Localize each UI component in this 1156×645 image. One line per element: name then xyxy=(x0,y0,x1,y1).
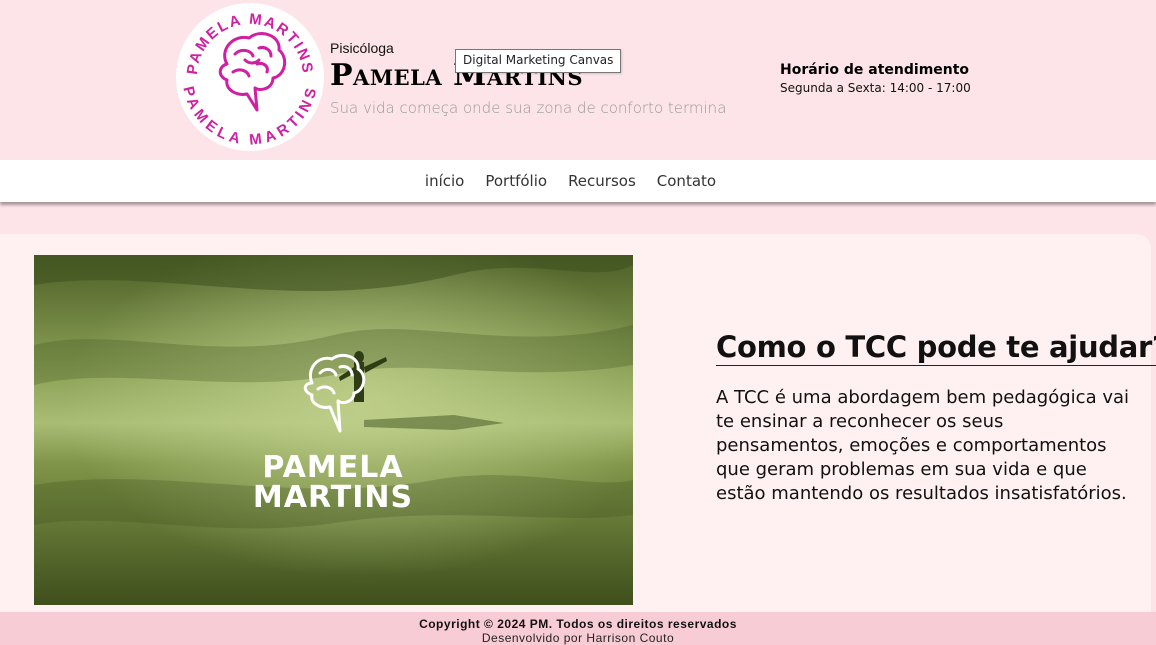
intro-video[interactable]: PAMELA MARTINS xyxy=(34,255,633,605)
video-logo-line2: MARTINS xyxy=(253,480,413,515)
developer-credit: Desenvolvido por Harrison Couto xyxy=(481,631,675,645)
slogan: Sua vida começa onde sua zona de confort… xyxy=(330,99,727,117)
nav-item-recursos[interactable]: Recursos xyxy=(568,172,636,190)
nav-item-inicio[interactable]: início xyxy=(425,172,464,190)
hours-text: Segunda a Sexta: 14:00 - 17:00 xyxy=(780,81,971,95)
nav-item-contato[interactable]: Contato xyxy=(657,172,716,190)
brain-logo[interactable]: PAMELA MARTINS PAMELA MARTINS xyxy=(175,2,325,152)
section-paragraph: A TCC é uma abordagem bem pedagógica vai… xyxy=(716,387,1129,504)
section-heading: Como o TCC pode te ajudar? xyxy=(716,330,1156,366)
tooltip: Digital Marketing Canvas xyxy=(455,49,622,73)
site-header: PAMELA MARTINS PAMELA MARTINS Pisicóloga… xyxy=(0,0,1156,160)
nav-item-portfolio[interactable]: Portfólio xyxy=(485,172,547,190)
hours-title: Horário de atendimento xyxy=(780,62,970,78)
profession-label: Pisicóloga xyxy=(330,40,394,56)
main-nav: início Portfólio Recursos Contato xyxy=(0,160,1156,202)
copyright-text: Copyright © 2024 PM. Todos os direitos r… xyxy=(419,617,737,631)
site-footer: Copyright © 2024 PM. Todos os direitos r… xyxy=(0,612,1156,645)
